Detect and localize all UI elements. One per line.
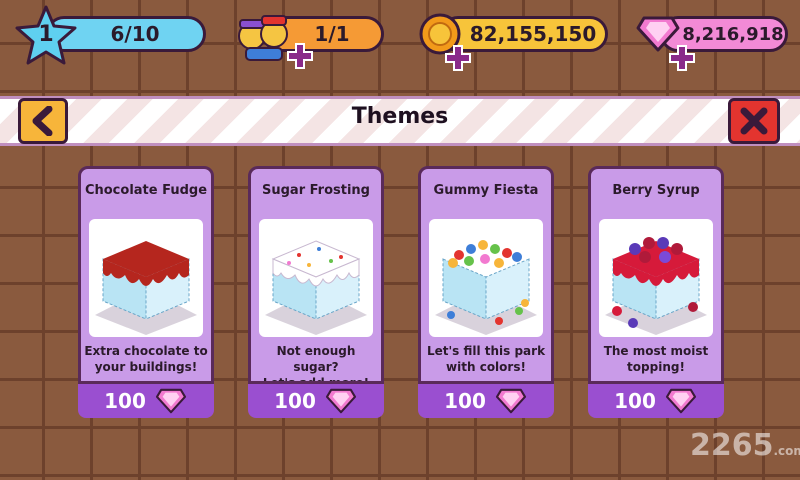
theme-price: 100 xyxy=(274,389,316,413)
theme-name: Sugar Frosting xyxy=(262,183,370,198)
level-star-icon: 1 xyxy=(14,4,78,68)
page-title: Themes xyxy=(351,104,449,129)
theme-card-gummy-fiesta[interactable]: Gummy Fiesta Let's fill this park with c… xyxy=(418,166,554,418)
buy-theme-button[interactable]: 100 xyxy=(588,381,724,418)
chevron-left-icon xyxy=(32,106,53,136)
coins-amount: 82,155,150 xyxy=(469,22,597,46)
theme-description-line: Not enough sugar? xyxy=(276,344,356,374)
add-friends-button[interactable] xyxy=(286,42,314,70)
theme-card-chocolate-fudge[interactable]: Chocolate Fudge Extra chocolate to your … xyxy=(78,166,214,418)
watermark-text: 2265 xyxy=(690,428,774,463)
gems-amount: 8,216,918 xyxy=(682,23,784,45)
theme-preview-image xyxy=(599,219,713,337)
theme-name: Gummy Fiesta xyxy=(433,183,539,198)
theme-description-line: with colors! xyxy=(446,360,526,374)
theme-price: 100 xyxy=(444,389,486,413)
add-gems-button[interactable] xyxy=(668,44,696,72)
buy-theme-button[interactable]: 100 xyxy=(78,381,214,418)
theme-name: Berry Syrup xyxy=(612,183,700,198)
theme-card-berry-syrup[interactable]: Berry Syrup The most moist topping! 100 xyxy=(588,166,724,418)
buy-theme-button[interactable]: 100 xyxy=(418,381,554,418)
gem-icon xyxy=(665,388,696,414)
theme-preview-image xyxy=(259,219,373,337)
theme-description: Let's fill this park with colors! xyxy=(423,343,549,375)
close-icon xyxy=(740,107,768,135)
close-button[interactable] xyxy=(728,98,780,144)
theme-card-sugar-frosting[interactable]: Sugar Frosting Not enough sugar? Let's a… xyxy=(248,166,384,418)
theme-price: 100 xyxy=(614,389,656,413)
theme-price: 100 xyxy=(104,389,146,413)
level-progress-text: 6/10 xyxy=(110,22,160,46)
watermark-logo: 2265.com xyxy=(690,428,800,463)
gem-icon xyxy=(495,388,526,414)
back-button[interactable] xyxy=(18,98,68,144)
theme-description-line: Let's fill this park xyxy=(426,344,546,358)
game-screen: { "hud": { "level": "1", "progress": "6/… xyxy=(0,0,800,480)
theme-description-line: Extra chocolate to xyxy=(84,344,208,358)
theme-description-line: The most moist xyxy=(603,344,709,358)
theme-description: The most moist topping! xyxy=(593,343,719,375)
add-coins-button[interactable] xyxy=(444,44,472,72)
level-number: 1 xyxy=(38,22,54,47)
theme-description-line: your buildings! xyxy=(94,360,198,374)
gem-icon xyxy=(325,388,356,414)
theme-description-line: topping! xyxy=(627,360,685,374)
theme-description: Extra chocolate to your buildings! xyxy=(83,343,209,375)
buy-theme-button[interactable]: 100 xyxy=(248,381,384,418)
gem-icon xyxy=(155,388,186,414)
theme-preview-image xyxy=(429,219,543,337)
theme-preview-image xyxy=(89,219,203,337)
theme-name: Chocolate Fudge xyxy=(84,183,208,198)
watermark-suffix: .com xyxy=(773,444,800,458)
